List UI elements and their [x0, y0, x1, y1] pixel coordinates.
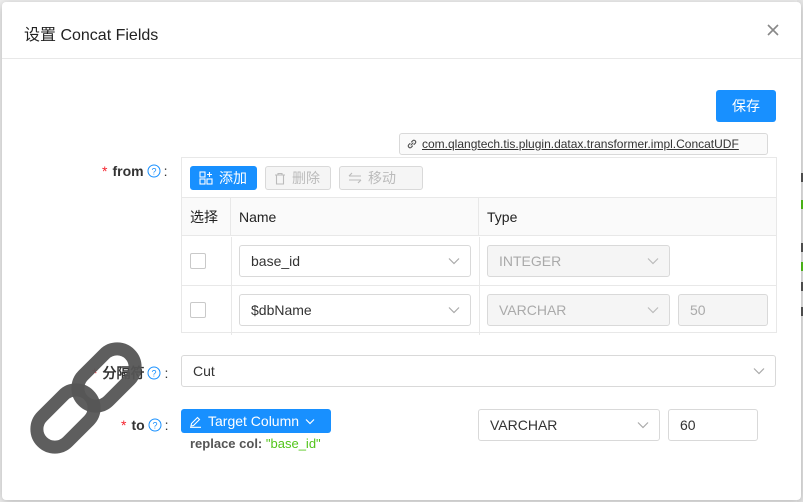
replace-column-key: replace col: [190, 436, 263, 451]
chevron-down-icon [637, 422, 649, 429]
help-icon[interactable]: ? [148, 418, 162, 432]
required-mark: * [92, 365, 98, 381]
field-type-value: VARCHAR [499, 302, 567, 318]
cell-divider [231, 237, 232, 285]
separator-label-text: 分隔符 [102, 365, 145, 381]
from-label-text: from [112, 163, 144, 179]
table-row: $dbName VARCHAR 50 [182, 286, 776, 335]
target-type-value: VARCHAR [490, 417, 558, 433]
separator-select[interactable]: Cut [181, 355, 776, 387]
field-name-select[interactable]: base_id [239, 245, 471, 277]
add-button[interactable]: 添加 [190, 166, 257, 190]
label-colon: : [163, 163, 168, 179]
field-type-select[interactable]: INTEGER [487, 245, 670, 277]
separator-label: * 分隔符 ? : [92, 363, 168, 383]
required-mark: * [102, 163, 108, 179]
table-row: base_id INTEGER [182, 237, 776, 286]
field-type-select[interactable]: VARCHAR [487, 294, 670, 326]
target-column-button[interactable]: Target Column [181, 409, 331, 433]
class-name-text: com.qlangtech.tis.plugin.datax.transform… [422, 137, 739, 151]
link-watermark-icon [30, 342, 142, 454]
delete-button-label: 删除 [292, 170, 320, 186]
chevron-down-icon [448, 258, 460, 265]
field-name-select[interactable]: $dbName [239, 294, 471, 326]
delete-button[interactable]: 删除 [265, 166, 331, 190]
row-checkbox[interactable] [190, 302, 206, 318]
help-icon[interactable]: ? [147, 164, 161, 178]
swap-icon [348, 172, 362, 184]
help-icon[interactable]: ? [147, 366, 161, 380]
required-mark: * [121, 417, 127, 433]
from-fields-table: 添加 删除 移动 选择 Name Type base_id INTEGER $d… [181, 157, 777, 335]
row-checkbox[interactable] [190, 253, 206, 269]
concat-fields-modal: 设置 Concat Fields 保存 com.qlangtech.tis.pl… [2, 2, 801, 500]
label-colon: : [164, 365, 169, 381]
svg-text:?: ? [151, 167, 156, 177]
target-type-select[interactable]: VARCHAR [478, 409, 660, 441]
to-label-text: to [131, 417, 145, 433]
chevron-down-icon [647, 307, 659, 314]
replace-column-value: "base_id" [265, 436, 321, 451]
field-length-input[interactable]: 50 [678, 294, 768, 326]
target-length-input[interactable]: 60 [668, 409, 758, 441]
chevron-down-icon [448, 307, 460, 314]
replace-column-note: replace col: "base_id" [190, 436, 321, 451]
column-header-select: 选择 [182, 198, 231, 236]
field-name-value: base_id [251, 253, 301, 269]
separator-value: Cut [193, 363, 215, 379]
to-label: * to ? : [121, 417, 169, 433]
modal-title: 设置 Concat Fields [24, 27, 159, 44]
edit-icon [190, 416, 201, 428]
field-type-value: INTEGER [499, 253, 562, 269]
table-header: 选择 Name Type [182, 198, 776, 236]
close-icon[interactable] [765, 22, 781, 38]
chevron-down-icon [647, 258, 659, 265]
move-button-label: 移动 [368, 170, 396, 186]
svg-text:?: ? [152, 369, 157, 379]
svg-text:?: ? [152, 421, 157, 431]
table-toolbar: 添加 删除 移动 [182, 158, 776, 198]
from-label: * from ? : [102, 163, 167, 179]
link-icon [407, 139, 417, 149]
label-colon: : [164, 417, 169, 433]
field-name-value: $dbName [251, 302, 312, 318]
move-button[interactable]: 移动 [339, 166, 423, 190]
chevron-down-icon [305, 418, 315, 424]
save-button[interactable]: 保存 [716, 90, 776, 122]
add-row-icon [199, 171, 213, 185]
target-column-label: Target Column [208, 413, 300, 429]
column-header-name: Name [231, 198, 479, 236]
chevron-down-icon [753, 368, 765, 375]
cell-divider [479, 286, 480, 335]
modal-header: 设置 Concat Fields [2, 2, 801, 59]
column-header-type: Type [487, 209, 518, 225]
add-button-label: 添加 [219, 170, 247, 186]
cell-divider [479, 237, 480, 285]
cell-divider [231, 286, 232, 335]
class-name-link[interactable]: com.qlangtech.tis.plugin.datax.transform… [399, 133, 768, 155]
trash-icon [275, 172, 285, 185]
